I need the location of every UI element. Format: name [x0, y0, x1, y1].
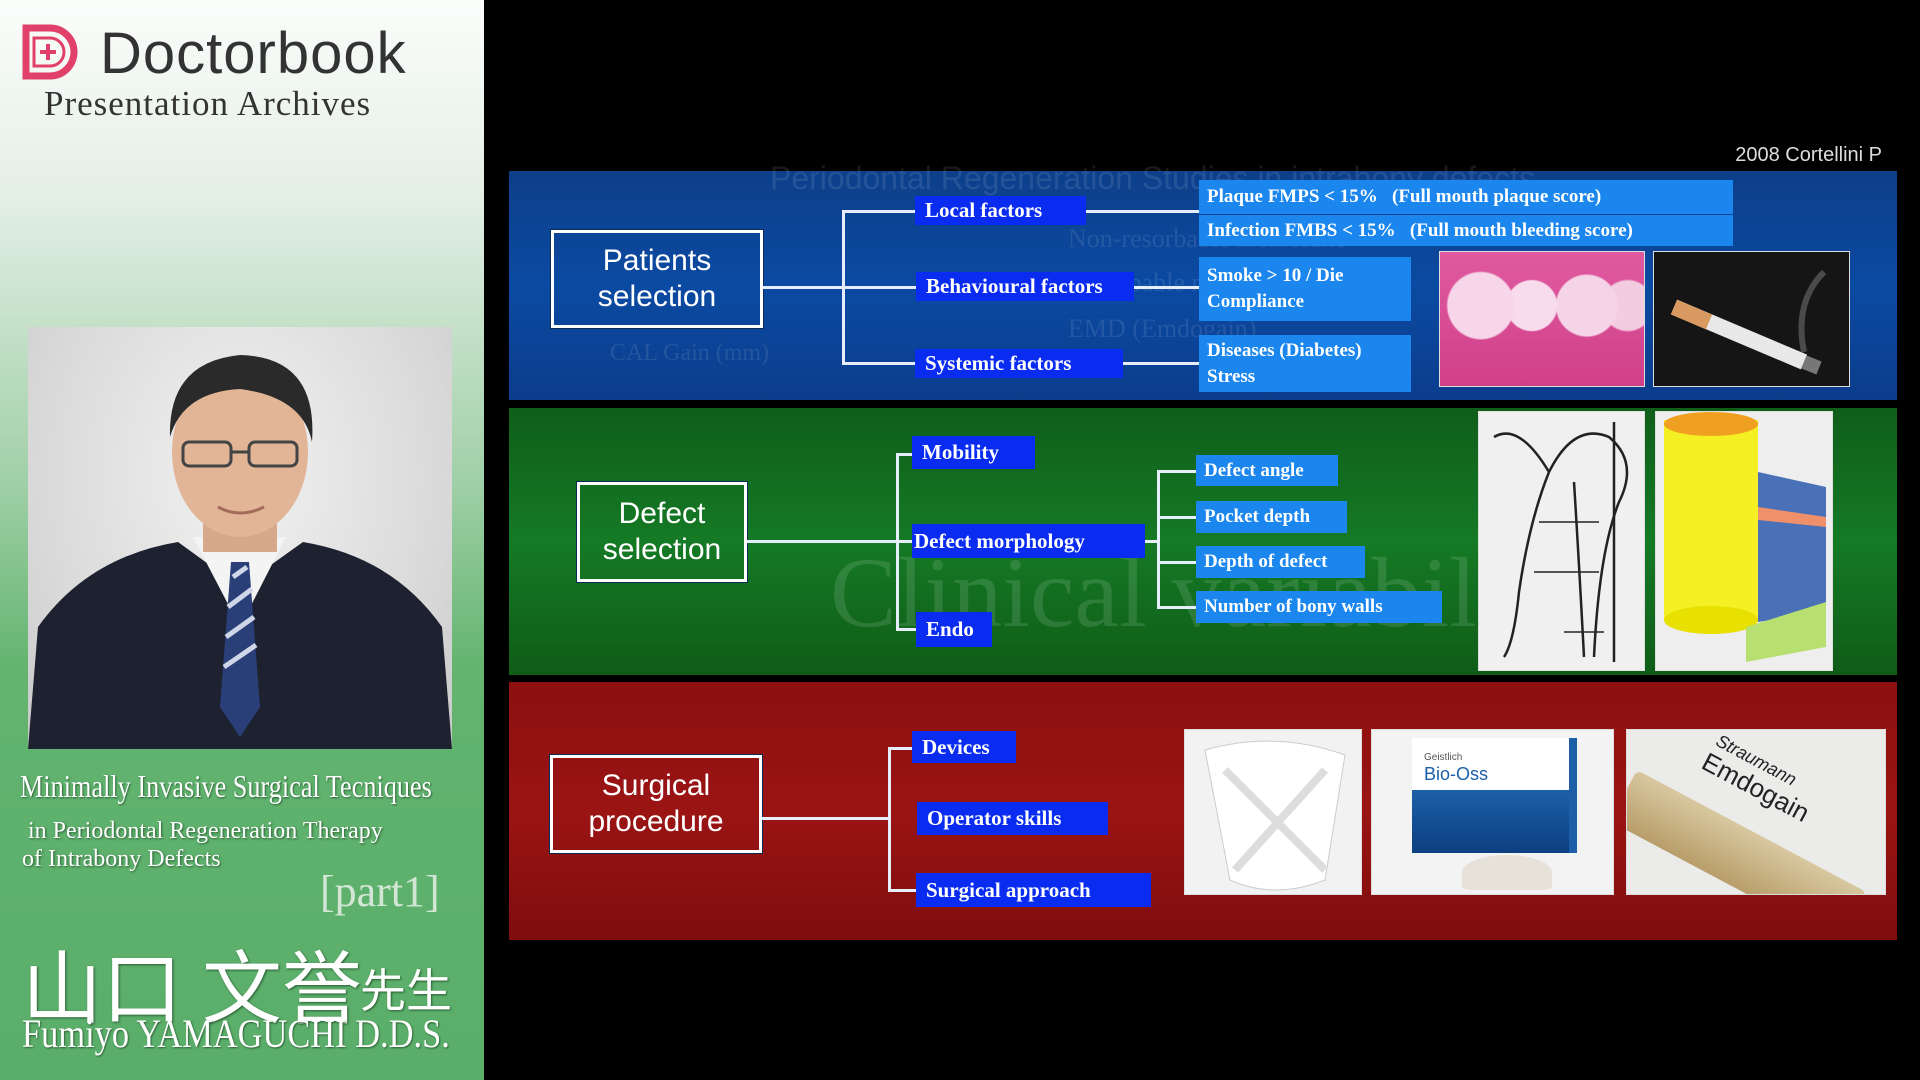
- infection-criterion: Infection FMBS < 15% (Full mouth bleedin…: [1199, 215, 1733, 246]
- surgical-approach-label: Surgical approach: [916, 873, 1151, 907]
- talk-subtitle-line2: of Intrabony Defects: [22, 846, 221, 872]
- mobility-label: Mobility: [912, 436, 1035, 469]
- bio-oss-name: Bio-Oss: [1424, 764, 1489, 784]
- bony-walls-diagram-image: [1655, 411, 1833, 671]
- connector: [1157, 470, 1196, 473]
- connector: [896, 628, 916, 631]
- background-axis-label: CAL Gain (mm): [610, 340, 770, 366]
- systemic-details: Diseases (Diabetes) Stress: [1199, 335, 1411, 392]
- sidebar-panel: Doctorbook Presentation Archives Minimal…: [0, 0, 484, 1080]
- connector: [896, 453, 899, 630]
- depth-of-defect-label: Depth of defect: [1196, 546, 1365, 578]
- connector: [888, 889, 916, 892]
- cigarette-image: [1653, 251, 1850, 387]
- number-of-bony-walls-label: Number of bony walls: [1196, 591, 1442, 623]
- connector: [1157, 561, 1196, 564]
- part-label: [part1]: [320, 867, 440, 916]
- devices-label: Devices: [912, 731, 1016, 763]
- defect-angle-label: Defect angle: [1196, 455, 1338, 486]
- behavioural-details: Smoke > 10 / Die Compliance: [1199, 257, 1411, 321]
- doctorbook-logo-icon: [22, 24, 78, 80]
- connector: [842, 210, 916, 213]
- connector: [1157, 516, 1196, 519]
- bio-oss-brand: Geistlich: [1424, 752, 1463, 763]
- connector: [762, 817, 888, 820]
- connector: [842, 286, 916, 289]
- talk-title: Minimally Invasive Surgical Tecniques: [20, 768, 432, 804]
- surgical-procedure-box: Surgical procedure: [549, 754, 763, 854]
- endo-label: Endo: [916, 612, 992, 647]
- connector: [747, 540, 912, 543]
- connector: [842, 362, 916, 365]
- connector: [1145, 540, 1157, 543]
- logo-text: Doctorbook: [100, 21, 407, 86]
- local-factors-label: Local factors: [915, 196, 1086, 225]
- logo-subtitle: Presentation Archives: [44, 84, 372, 123]
- connector: [1086, 210, 1199, 213]
- plaque-criterion: Plaque FMPS < 15% (Full mouth plaque sco…: [1199, 180, 1733, 214]
- membrane-device-image: [1184, 729, 1362, 895]
- connector: [888, 747, 912, 750]
- behavioural-factors-label: Behavioural factors: [916, 272, 1134, 301]
- patients-selection-box: Patients selection: [550, 229, 764, 329]
- connector: [1134, 286, 1199, 289]
- defect-morphology-label: Defect morphology: [912, 524, 1145, 558]
- bio-oss-product-image: Geistlich Bio-Oss 0.5 g: [1371, 729, 1614, 895]
- tooth-diagram-image: [1478, 411, 1645, 671]
- operator-skills-label: Operator skills: [917, 802, 1108, 835]
- bio-oss-size: 0.5 g: [1542, 790, 1563, 800]
- systemic-factors-label: Systemic factors: [915, 349, 1123, 378]
- connector: [763, 286, 842, 289]
- connector: [888, 747, 891, 891]
- defect-selection-box: Defect selection: [576, 481, 748, 583]
- connector: [1157, 470, 1160, 608]
- connector: [896, 453, 912, 456]
- connector: [1123, 362, 1199, 365]
- presenter-name-en: Fumiyo YAMAGUCHI D.D.S.: [22, 1011, 450, 1056]
- presenter-photo: [28, 327, 452, 749]
- emdogain-syringe-image: Straumann Emdogain: [1626, 729, 1886, 895]
- pocket-depth-label: Pocket depth: [1196, 501, 1347, 533]
- talk-subtitle-line1: in Periodontal Regeneration Therapy: [28, 818, 383, 844]
- connector: [1157, 606, 1196, 609]
- plaque-stained-teeth-image: [1439, 251, 1645, 387]
- citation: 2008 Cortellini P: [1735, 144, 1882, 166]
